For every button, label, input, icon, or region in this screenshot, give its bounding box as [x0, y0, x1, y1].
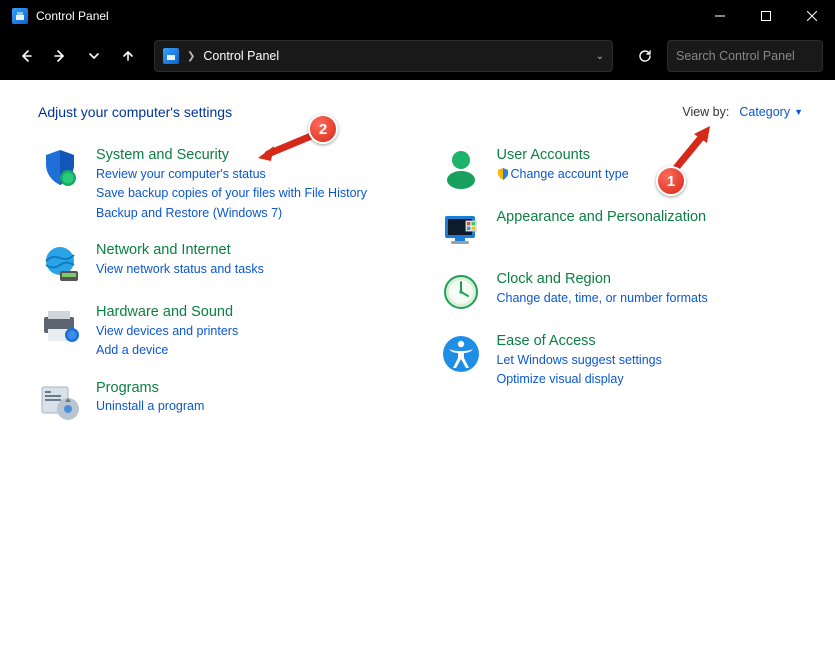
link-add-device[interactable]: Add a device: [96, 341, 403, 360]
link-appearance[interactable]: Appearance and Personalization: [497, 209, 707, 225]
back-button[interactable]: [12, 42, 40, 70]
refresh-button[interactable]: [629, 48, 661, 64]
link-devices-printers[interactable]: View devices and printers: [96, 322, 403, 341]
minimize-button[interactable]: [697, 0, 743, 32]
category-network: Network and Internet View network status…: [38, 241, 403, 285]
monitor-icon: [439, 208, 483, 252]
category-clock-region: Clock and Region Change date, time, or n…: [439, 270, 804, 314]
category-ease-of-access: Ease of Access Let Windows suggest setti…: [439, 332, 804, 390]
link-hardware-sound[interactable]: Hardware and Sound: [96, 304, 233, 320]
printer-icon: [38, 303, 82, 347]
category-appearance: Appearance and Personalization: [439, 208, 804, 252]
control-panel-icon: [163, 48, 179, 64]
forward-button[interactable]: [46, 42, 74, 70]
history-dropdown-button[interactable]: [80, 42, 108, 70]
link-ease-of-access[interactable]: Ease of Access: [497, 333, 596, 349]
page-title: Adjust your computer's settings: [38, 104, 232, 120]
annotation-step-1: 1: [656, 166, 686, 196]
link-user-accounts[interactable]: User Accounts: [497, 147, 591, 163]
link-backup-restore[interactable]: Backup and Restore (Windows 7): [96, 204, 403, 223]
chevron-right-icon: ❯: [187, 51, 195, 62]
view-by: View by: Category ▼: [682, 105, 803, 119]
content-pane: Adjust your computer's settings View by:…: [0, 80, 835, 657]
user-icon: [439, 146, 483, 190]
window-title: Control Panel: [36, 9, 109, 23]
category-hardware: Hardware and Sound View devices and prin…: [38, 303, 403, 361]
address-bar[interactable]: ❯ Control Panel ⌄: [154, 40, 613, 72]
link-uninstall[interactable]: Uninstall a program: [96, 397, 403, 416]
clock-icon: [439, 270, 483, 314]
category-programs: Programs Uninstall a program: [38, 379, 403, 423]
programs-icon: [38, 379, 82, 423]
link-file-history[interactable]: Save backup copies of your files with Fi…: [96, 184, 403, 203]
view-by-label: View by:: [682, 105, 729, 119]
link-review-status[interactable]: Review your computer's status: [96, 165, 403, 184]
link-network-status[interactable]: View network status and tasks: [96, 260, 403, 279]
search-box[interactable]: [667, 40, 823, 72]
shield-icon: [38, 146, 82, 190]
link-optimize-display[interactable]: Optimize visual display: [497, 370, 804, 389]
accessibility-icon: [439, 332, 483, 376]
nav-toolbar: ❯ Control Panel ⌄: [0, 32, 835, 80]
close-button[interactable]: [789, 0, 835, 32]
category-user-accounts: User Accounts Change account type: [439, 146, 804, 190]
control-panel-icon: [12, 8, 28, 24]
link-clock-region[interactable]: Clock and Region: [497, 271, 611, 287]
link-change-date[interactable]: Change date, time, or number formats: [497, 289, 804, 308]
annotation-step-2: 2: [308, 114, 338, 144]
category-system-security: System and Security Review your computer…: [38, 146, 403, 223]
up-button[interactable]: [114, 42, 142, 70]
uac-shield-icon: [497, 167, 509, 186]
link-system-security[interactable]: System and Security: [96, 147, 229, 163]
view-by-mode: Category: [739, 105, 790, 119]
titlebar: Control Panel: [0, 0, 835, 32]
caret-down-icon: ▼: [794, 107, 803, 117]
link-programs[interactable]: Programs: [96, 380, 159, 396]
link-network-internet[interactable]: Network and Internet: [96, 242, 231, 258]
chevron-down-icon[interactable]: ⌄: [596, 51, 604, 62]
left-column: System and Security Review your computer…: [38, 146, 403, 423]
link-suggest-settings[interactable]: Let Windows suggest settings: [497, 351, 804, 370]
breadcrumb-item[interactable]: Control Panel: [203, 49, 279, 63]
view-by-dropdown[interactable]: Category ▼: [739, 105, 803, 119]
search-input[interactable]: [676, 49, 835, 63]
maximize-button[interactable]: [743, 0, 789, 32]
globe-icon: [38, 241, 82, 285]
link-change-account-type[interactable]: Change account type: [497, 165, 804, 186]
right-column: User Accounts Change account type: [439, 146, 804, 423]
